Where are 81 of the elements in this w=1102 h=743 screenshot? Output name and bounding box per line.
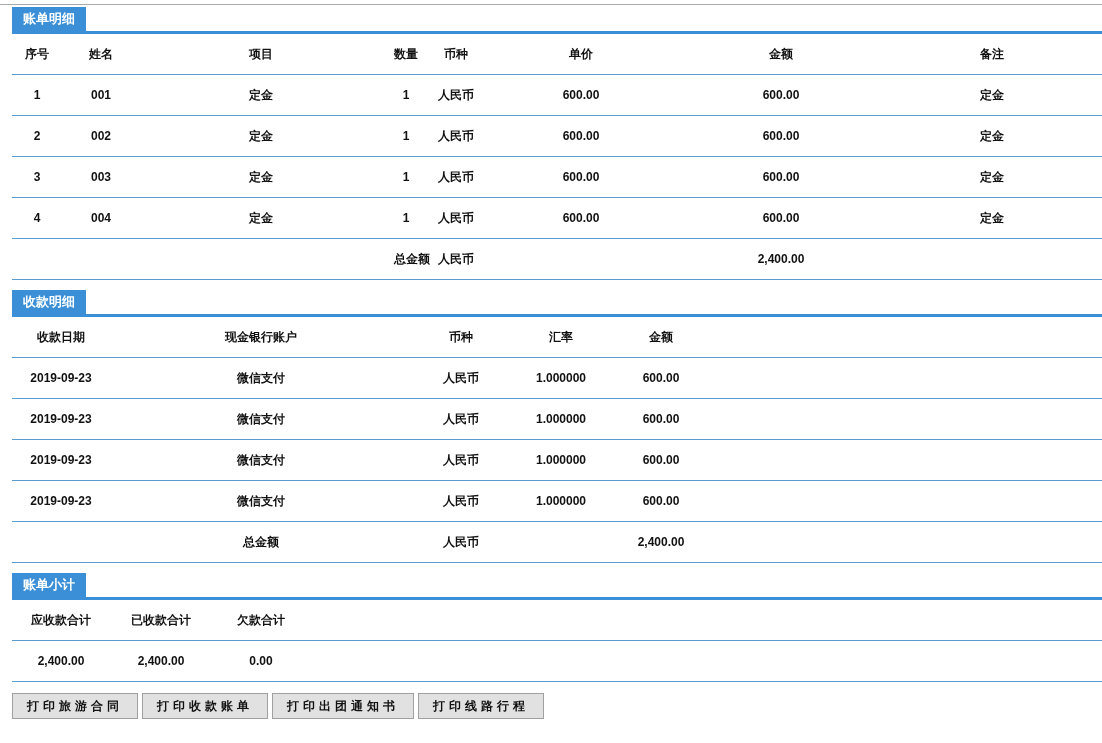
print-button[interactable]: 打印收款账单 [142,693,268,719]
table-cell-text: 600.00 [762,87,800,104]
table-cell-text: 定金 [980,128,1004,145]
table-cell-text: 600.00 [642,452,680,469]
table-cell-text: 2019-09-23 [30,370,92,387]
table-cell-text: 600.00 [562,210,600,227]
column-header: 项目 [249,46,273,63]
table-cell-text: 人民币 [438,128,474,145]
total-label: 总金额 [394,251,430,268]
column-header: 姓名 [89,46,113,63]
table-cell-text: 600.00 [562,128,600,145]
table-cell-text: 2019-09-23 [30,452,92,469]
column-header: 收款日期 [37,329,85,346]
column-header: 数量 [394,46,418,63]
table-cell-text: 人民币 [438,169,474,186]
table-cell-text: 1 [402,210,410,227]
table-cell-text: 1.000000 [535,493,587,510]
table-cell-text: 人民币 [438,87,474,104]
column-header: 序号 [25,46,49,63]
table-cell-text: 1 [33,87,41,104]
table-cell-text: 定金 [980,210,1004,227]
table-cell-text: 2,400.00 [37,653,85,670]
column-header: 单价 [569,46,593,63]
table-cell-text: 003 [91,169,111,186]
column-header: 金额 [649,329,673,346]
table-cell-text: 600.00 [762,128,800,145]
table-cell-text: 定金 [249,128,273,145]
table-cell-text: 微信支付 [237,370,285,387]
table-cell-text: 1 [402,87,410,104]
table-cell-text: 004 [91,210,111,227]
column-header: 币种 [449,329,473,346]
table-cell-text: 0.00 [249,653,273,670]
print-button[interactable]: 打印线路行程 [418,693,544,719]
table-cell-text: 3 [33,169,41,186]
table-cell-text: 1.000000 [535,452,587,469]
table-cell-text: 人民币 [443,493,479,510]
table-cell-text: 001 [91,87,111,104]
table-cell-text: 1.000000 [535,370,587,387]
table-cell-text: 600.00 [562,87,600,104]
table-cell-text: 微信支付 [237,452,285,469]
table-cell-text: 600.00 [642,493,680,510]
table-cell-text: 600.00 [762,210,800,227]
table-cell-text: 定金 [249,169,273,186]
table-cell-text: 600.00 [642,411,680,428]
table-cell-text: 600.00 [642,370,680,387]
table-cell-text: 定金 [249,210,273,227]
column-header: 应收款合计 [31,612,91,629]
table-cell-text: 4 [33,210,41,227]
table-cell-text: 人民币 [443,452,479,469]
column-header: 已收款合计 [131,612,191,629]
table-cell-text: 定金 [980,87,1004,104]
table-cell-text: 定金 [249,87,273,104]
print-button[interactable]: 打印出团通知书 [272,693,414,719]
table-cell-text: 微信支付 [237,493,285,510]
table-cell-text: 微信支付 [237,411,285,428]
table-cell-text: 2019-09-23 [30,493,92,510]
print-button[interactable]: 打印旅游合同 [12,693,138,719]
table-cell-text: 2 [33,128,41,145]
table-cell-text: 人民币 [438,210,474,227]
table-cell-text: 1.000000 [535,411,587,428]
table-cell-text: 600.00 [762,169,800,186]
column-header: 金额 [769,46,793,63]
column-header: 欠款合计 [237,612,285,629]
column-header: 现金银行账户 [225,329,297,346]
column-header: 币种 [444,46,468,63]
total-label: 总金额 [243,534,279,551]
table-cell-text: 定金 [980,169,1004,186]
column-header: 备注 [980,46,1004,63]
total-currency: 人民币 [438,251,474,268]
table-cell-text: 002 [91,128,111,145]
table-cell-text: 1 [402,169,410,186]
table-cell-text: 人民币 [443,370,479,387]
table-cell-text: 2019-09-23 [30,411,92,428]
table-cell-text: 600.00 [562,169,600,186]
total-amount: 2,400.00 [637,534,685,551]
table-cell-text: 人民币 [443,411,479,428]
table-cell-text: 1 [402,128,410,145]
table-cell-text: 2,400.00 [137,653,185,670]
column-header: 汇率 [549,329,573,346]
total-amount: 2,400.00 [757,251,805,268]
total-currency: 人民币 [443,534,479,551]
